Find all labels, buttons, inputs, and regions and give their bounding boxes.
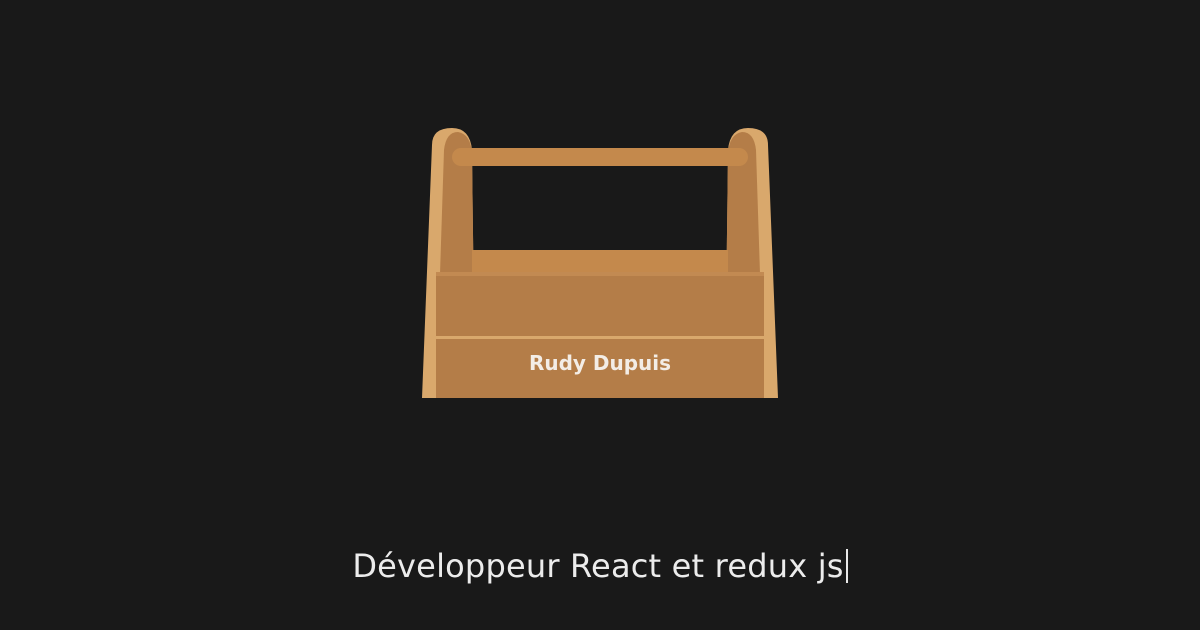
toolbox-front-top-plank xyxy=(436,272,764,338)
landing-page: Rudy Dupuis Développeur React et redux j… xyxy=(0,0,1200,630)
typing-cursor xyxy=(845,549,848,583)
toolbox-plank-divider xyxy=(436,336,764,339)
tagline: Développeur React et redux js xyxy=(0,547,1200,585)
toolbox-handle xyxy=(452,148,748,166)
tagline-text: Développeur React et redux js xyxy=(352,547,844,585)
toolbox-plank-top-edge xyxy=(436,272,764,276)
toolbox-name-label: Rudy Dupuis xyxy=(529,351,671,375)
toolbox-illustration: Rudy Dupuis xyxy=(422,128,778,398)
